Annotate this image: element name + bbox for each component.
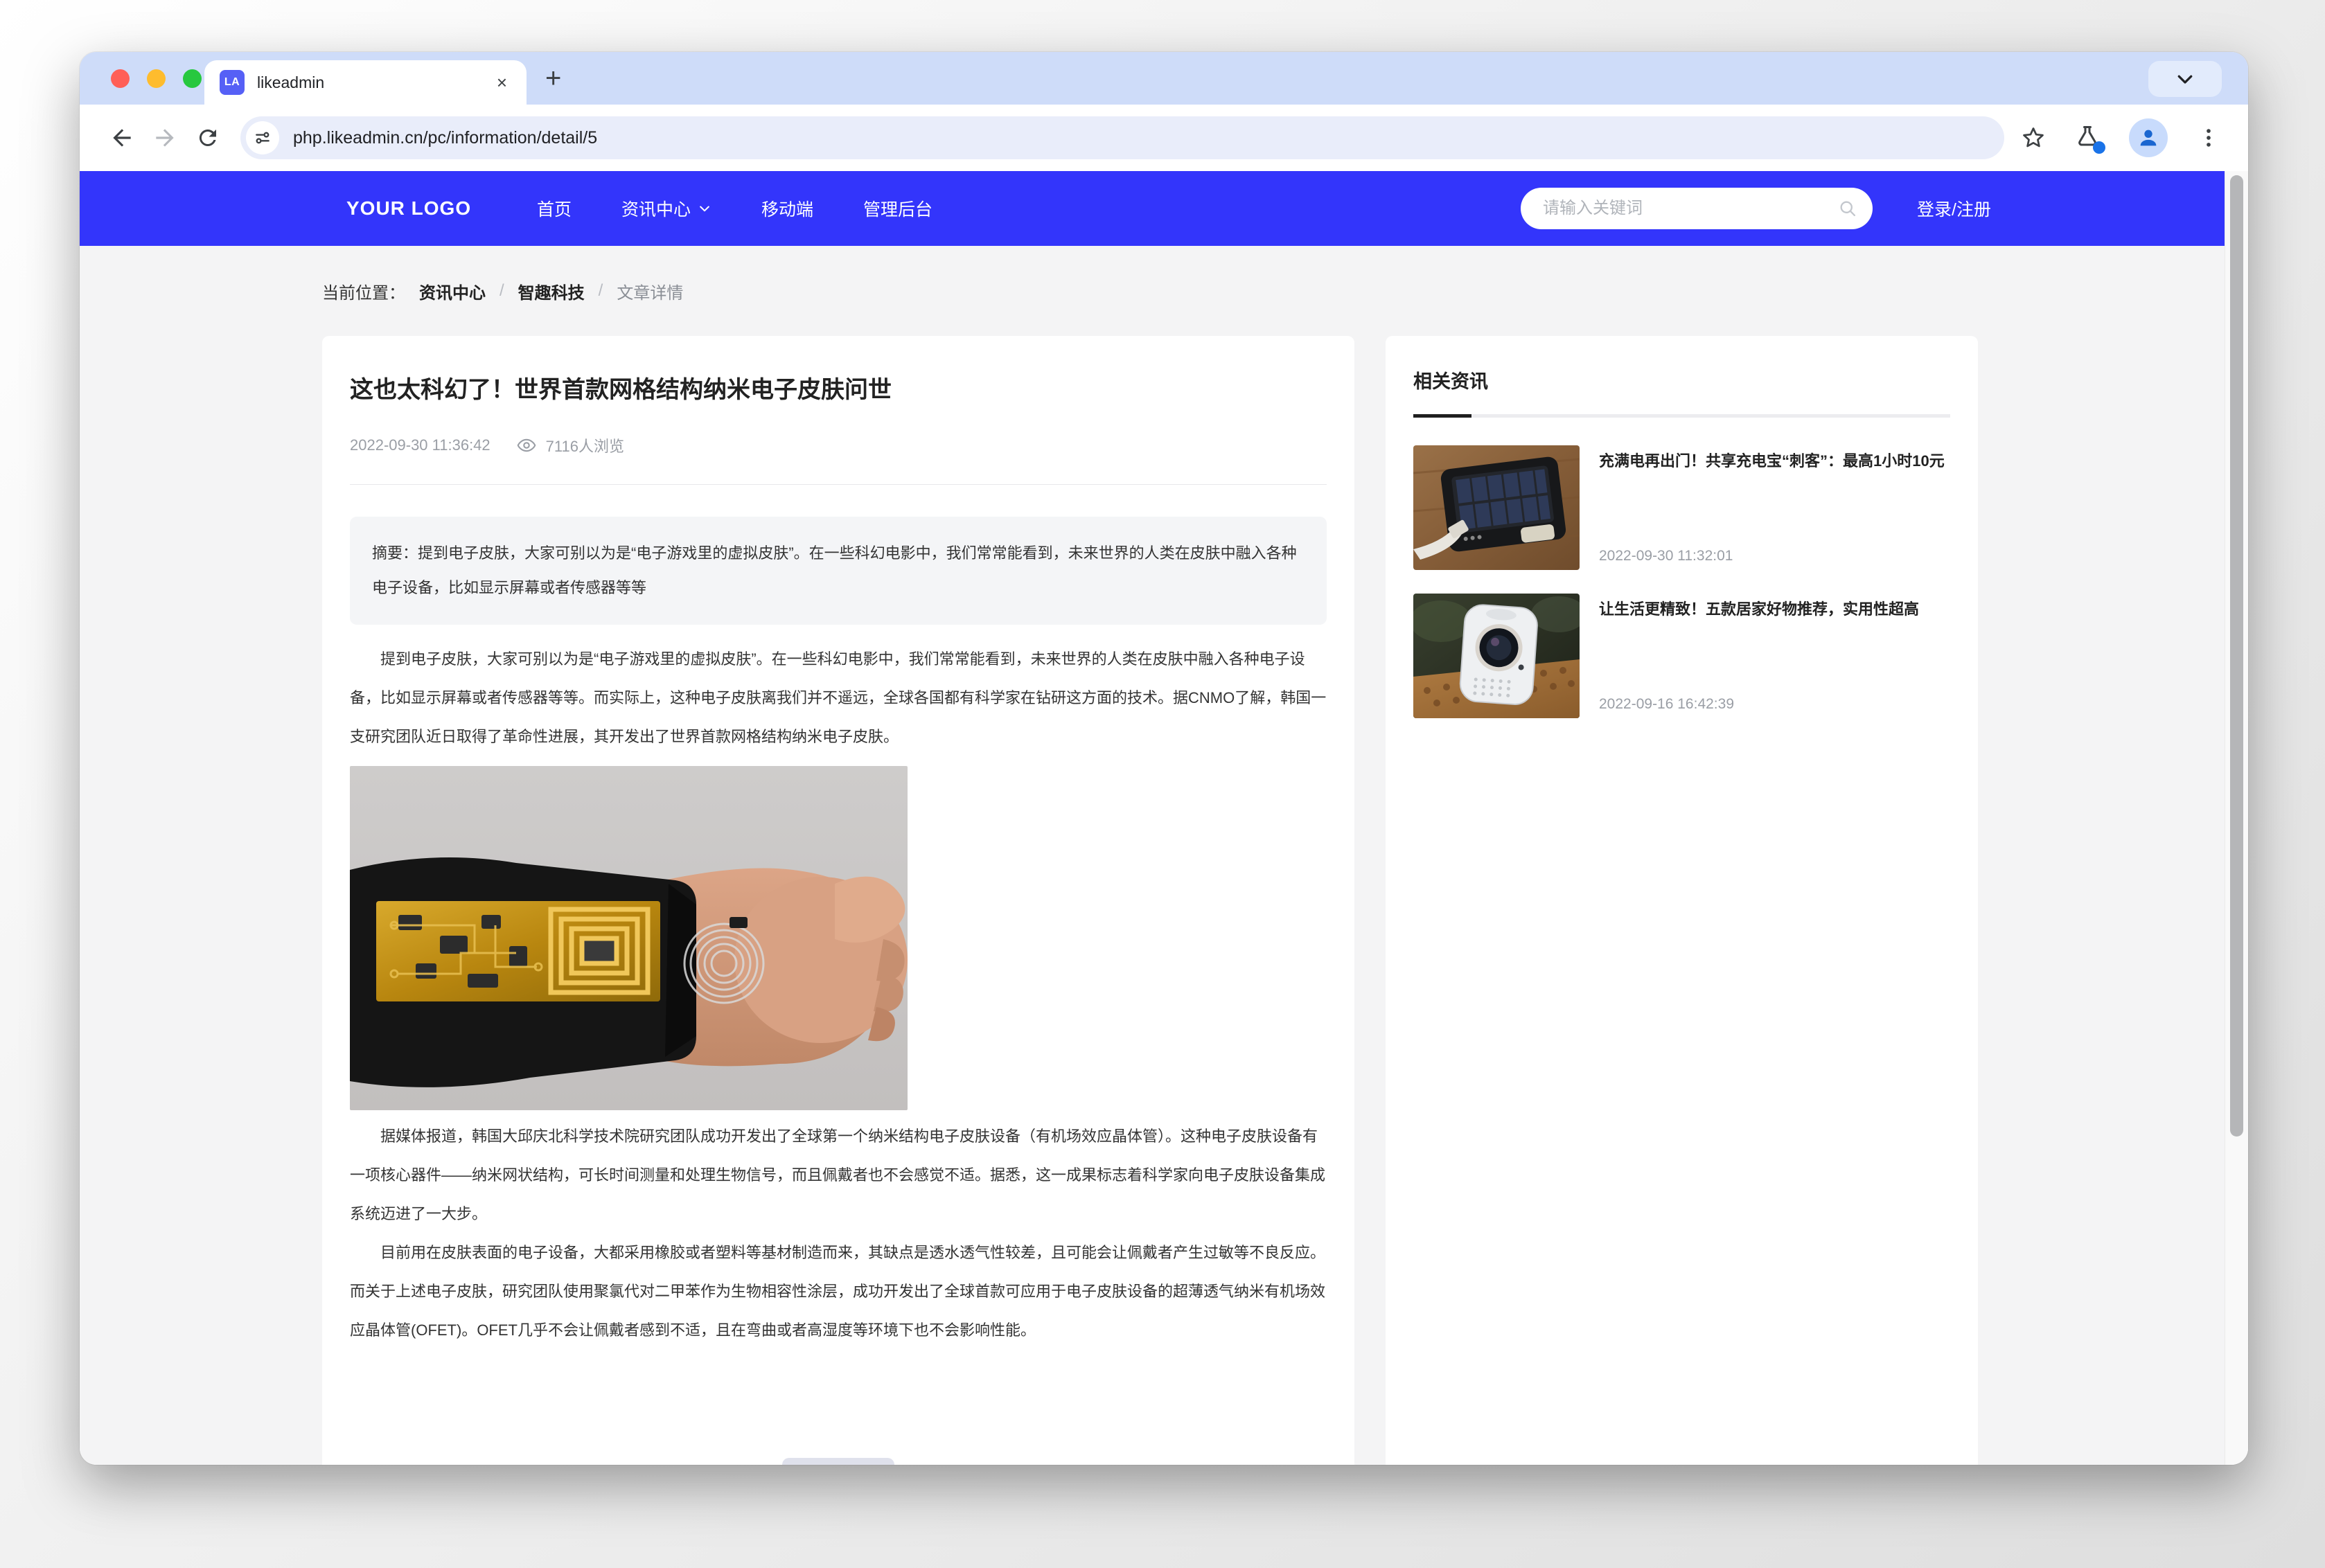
related-news-item-text: 让生活更精致！五款居家好物推荐，实用性超高 2022-09-16 16:42:3… xyxy=(1599,594,1950,718)
chevron-down-icon xyxy=(698,202,711,215)
main-menu: 首页 资讯中心 移动端 管理后台 xyxy=(537,171,932,246)
reload-button[interactable] xyxy=(186,116,229,159)
nav-item-label: 首页 xyxy=(537,196,572,221)
page-content: YOUR LOGO 首页 资讯中心 移动端 管理后 xyxy=(80,171,2225,1465)
window-controls xyxy=(111,69,202,88)
experiments-flask-icon[interactable] xyxy=(2075,124,2100,152)
article-title: 这也太科幻了！世界首款网格结构纳米电子皮肤问世 xyxy=(350,375,1327,405)
divider xyxy=(350,484,1327,485)
related-news-thumbnail-projector xyxy=(1413,594,1580,718)
article-date: 2022-09-30 11:36:42 xyxy=(350,436,490,454)
article-image xyxy=(350,766,908,1110)
browser-window: LA likeadmin × + xyxy=(80,52,2248,1465)
chevron-down-icon xyxy=(2175,69,2195,89)
nav-item-label: 移动端 xyxy=(761,196,813,221)
url-text: php.likeadmin.cn/pc/information/detail/5 xyxy=(293,128,597,148)
site-logo[interactable]: YOUR LOGO xyxy=(346,171,471,246)
article-meta: 2022-09-30 11:36:42 7116人浏览 xyxy=(350,434,1327,456)
article-paragraph: 提到电子皮肤，大家可别以为是“电子游戏里的虚拟皮肤”。在一些科幻电影中，我们常常… xyxy=(350,640,1327,756)
section-underline xyxy=(1413,414,1950,418)
breadcrumb-prefix: 当前位置： xyxy=(322,279,405,303)
nav-item-label: 管理后台 xyxy=(863,196,932,221)
close-window-button[interactable] xyxy=(111,69,130,88)
page-scrollbar-track[interactable] xyxy=(2225,171,2248,1465)
article-views: 7116人浏览 xyxy=(546,434,624,456)
related-news-card: 相关资讯 xyxy=(1386,336,1978,1465)
minimize-window-button[interactable] xyxy=(147,69,166,88)
breadcrumb-item-category[interactable]: 智趣科技 xyxy=(518,279,585,303)
related-news-thumbnail-powerbank xyxy=(1413,445,1580,570)
search-input[interactable] xyxy=(1541,198,1838,219)
search-icon[interactable] xyxy=(1838,199,1857,218)
breadcrumb: 当前位置： 资讯中心 / 智趣科技 / 文章详情 xyxy=(322,246,683,336)
page-scrollbar-thumb[interactable] xyxy=(2230,175,2243,1137)
nav-item-mobile[interactable]: 移动端 xyxy=(761,196,813,221)
related-news-item-date: 2022-09-16 16:42:39 xyxy=(1599,696,1950,718)
login-register-link[interactable]: 登录/注册 xyxy=(1917,171,1991,246)
breadcrumb-item-current: 文章详情 xyxy=(617,279,683,303)
related-news-title: 相关资讯 xyxy=(1413,366,1950,393)
related-news-item-title[interactable]: 充满电再出门！共享充电宝“刺客”：最高1小时10元 xyxy=(1599,445,1950,477)
article-card: 这也太科幻了！世界首款网格结构纳米电子皮肤问世 2022-09-30 11:36… xyxy=(322,336,1354,1465)
new-tab-button[interactable]: + xyxy=(545,63,561,94)
toolbar-right xyxy=(2021,118,2227,157)
tab-strip: LA likeadmin × + xyxy=(80,52,2248,105)
keyword-search-box[interactable] xyxy=(1521,188,1873,229)
browser-tab[interactable]: LA likeadmin × xyxy=(204,60,527,105)
nav-item-home[interactable]: 首页 xyxy=(537,196,572,221)
nav-item-label: 资讯中心 xyxy=(621,196,691,221)
back-button[interactable] xyxy=(100,116,143,159)
tab-search-button[interactable] xyxy=(2148,61,2222,97)
article-paragraph: 据媒体报道，韩国大邱庆北科学技术院研究团队成功开发出了全球第一个纳米结构电子皮肤… xyxy=(350,1117,1327,1233)
article-summary: 摘要：提到电子皮肤，大家可别以为是“电子游戏里的虚拟皮肤”。在一些科幻电影中，我… xyxy=(350,517,1327,625)
site-favicon: LA xyxy=(220,70,245,95)
zoom-window-button[interactable] xyxy=(183,69,202,88)
related-news-item[interactable]: 让生活更精致！五款居家好物推荐，实用性超高 2022-09-16 16:42:3… xyxy=(1413,594,1950,718)
browser-menu-icon[interactable] xyxy=(2197,126,2220,150)
site-navbar: YOUR LOGO 首页 资讯中心 移动端 管理后 xyxy=(80,171,2225,246)
page-viewport: YOUR LOGO 首页 资讯中心 移动端 管理后 xyxy=(80,171,2248,1465)
related-news-item-date: 2022-09-30 11:32:01 xyxy=(1599,548,1950,570)
bookmark-star-icon[interactable] xyxy=(2021,125,2046,150)
views-eye-icon xyxy=(517,436,536,455)
forward-button[interactable] xyxy=(143,116,186,159)
browser-toolbar: php.likeadmin.cn/pc/information/detail/5 xyxy=(80,105,2248,171)
flask-badge-dot xyxy=(2093,141,2105,154)
clipped-bottom-button[interactable] xyxy=(782,1458,894,1465)
breadcrumb-item-news-center[interactable]: 资讯中心 xyxy=(419,279,486,303)
breadcrumb-separator: / xyxy=(500,281,504,301)
nav-item-admin[interactable]: 管理后台 xyxy=(863,196,932,221)
site-settings-icon[interactable] xyxy=(246,121,279,154)
tab-title: likeadmin xyxy=(257,73,480,92)
profile-avatar[interactable] xyxy=(2129,118,2168,157)
related-news-item-text: 充满电再出门！共享充电宝“刺客”：最高1小时10元 2022-09-30 11:… xyxy=(1599,445,1950,570)
address-bar[interactable]: php.likeadmin.cn/pc/information/detail/5 xyxy=(240,116,2004,159)
article-paragraph: 目前用在皮肤表面的电子设备，大都采用橡胶或者塑料等基材制造而来，其缺点是透水透气… xyxy=(350,1233,1327,1350)
nav-item-news-center[interactable]: 资讯中心 xyxy=(621,196,711,221)
related-news-item[interactable]: 充满电再出门！共享充电宝“刺客”：最高1小时10元 2022-09-30 11:… xyxy=(1413,445,1950,570)
article-body: 提到电子皮肤，大家可别以为是“电子游戏里的虚拟皮肤”。在一些科幻电影中，我们常常… xyxy=(350,640,1327,1350)
related-news-item-title[interactable]: 让生活更精致！五款居家好物推荐，实用性超高 xyxy=(1599,594,1950,625)
breadcrumb-separator: / xyxy=(599,281,603,301)
close-tab-icon[interactable]: × xyxy=(493,72,511,93)
